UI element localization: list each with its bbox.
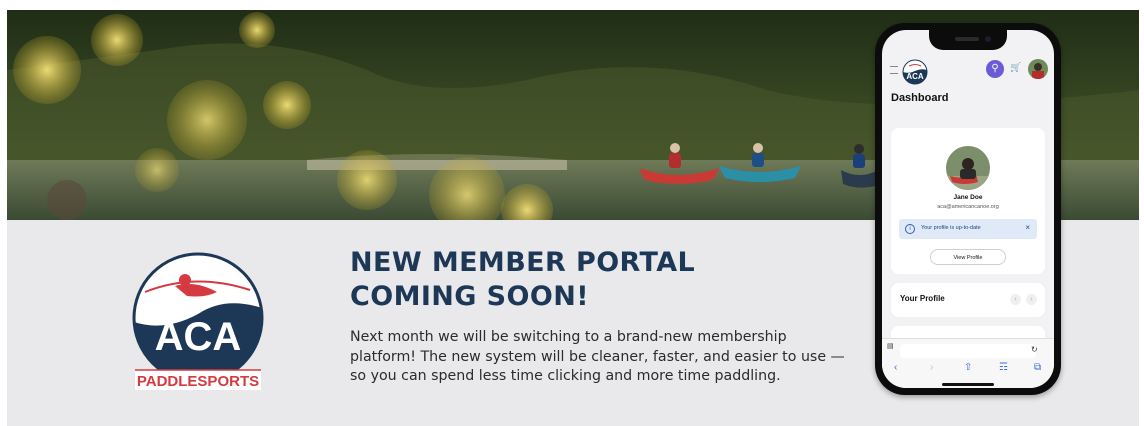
forward-icon[interactable]: › bbox=[930, 362, 933, 373]
announcement-body: Next month we will be switching to a bra… bbox=[350, 329, 845, 384]
speaker bbox=[955, 37, 979, 41]
browser-toolbar: ▤ ↻ ‹ › ⇧ ☶ ⧉ bbox=[882, 338, 1054, 388]
profile-card: Jane Doe aca@americancanoe.org i Your pr… bbox=[891, 128, 1045, 274]
app-logo-letters: ACA bbox=[906, 72, 924, 81]
menu-icon[interactable] bbox=[890, 66, 898, 74]
reader-icon[interactable]: ▤ bbox=[887, 342, 894, 350]
logo-letters: ACA bbox=[155, 315, 242, 359]
tabs-icon[interactable]: ⧉ bbox=[1034, 362, 1041, 373]
info-icon: i bbox=[905, 224, 915, 234]
reload-icon[interactable]: ↻ bbox=[1031, 345, 1038, 354]
profile-avatar bbox=[946, 146, 990, 190]
phone-notch bbox=[929, 30, 1007, 50]
chevron-left-icon[interactable]: ‹ bbox=[1010, 294, 1021, 305]
cart-icon[interactable]: 🛒 bbox=[1010, 62, 1021, 73]
app-header: ACA ⚲ 🛒 bbox=[882, 56, 1054, 86]
profile-name: Jane Doe bbox=[953, 194, 983, 201]
alert-text: Your profile is up-to-date bbox=[921, 225, 981, 231]
camera bbox=[985, 36, 991, 42]
headline: NEW MEMBER PORTAL COMING SOON! bbox=[350, 246, 830, 314]
headline-line-1: NEW MEMBER PORTAL bbox=[350, 247, 696, 278]
aca-paddlesports-logo: ACA PADDLESPORTS bbox=[132, 252, 264, 390]
avatar[interactable] bbox=[1028, 59, 1048, 79]
search-icon[interactable]: ⚲ bbox=[986, 60, 1004, 78]
app-logo[interactable]: ACA bbox=[901, 58, 929, 86]
view-profile-button[interactable]: View Profile bbox=[930, 249, 1006, 265]
headline-line-2: COMING SOON! bbox=[350, 281, 589, 312]
your-profile-label: Your Profile bbox=[900, 294, 945, 303]
phone-mockup: ACA ⚲ 🛒 Dashboard Jane Doe aca@americanc… bbox=[875, 23, 1061, 395]
your-profile-card: Your Profile ‹ › bbox=[891, 283, 1045, 317]
home-indicator bbox=[942, 383, 994, 386]
logo-wordmark: PADDLESPORTS bbox=[137, 373, 259, 390]
close-icon[interactable]: × bbox=[1025, 223, 1030, 232]
page-title: Dashboard bbox=[891, 92, 949, 104]
profile-email: aca@americancanoe.org bbox=[937, 204, 999, 210]
phone-screen: ACA ⚲ 🛒 Dashboard Jane Doe aca@americanc… bbox=[882, 30, 1054, 388]
share-icon[interactable]: ⇧ bbox=[964, 362, 972, 373]
bookmarks-icon[interactable]: ☶ bbox=[999, 362, 1008, 373]
chevron-right-icon[interactable]: › bbox=[1026, 294, 1037, 305]
profile-status-alert: i Your profile is up-to-date × bbox=[899, 219, 1037, 239]
back-icon[interactable]: ‹ bbox=[894, 362, 897, 373]
address-bar[interactable] bbox=[900, 344, 1036, 358]
